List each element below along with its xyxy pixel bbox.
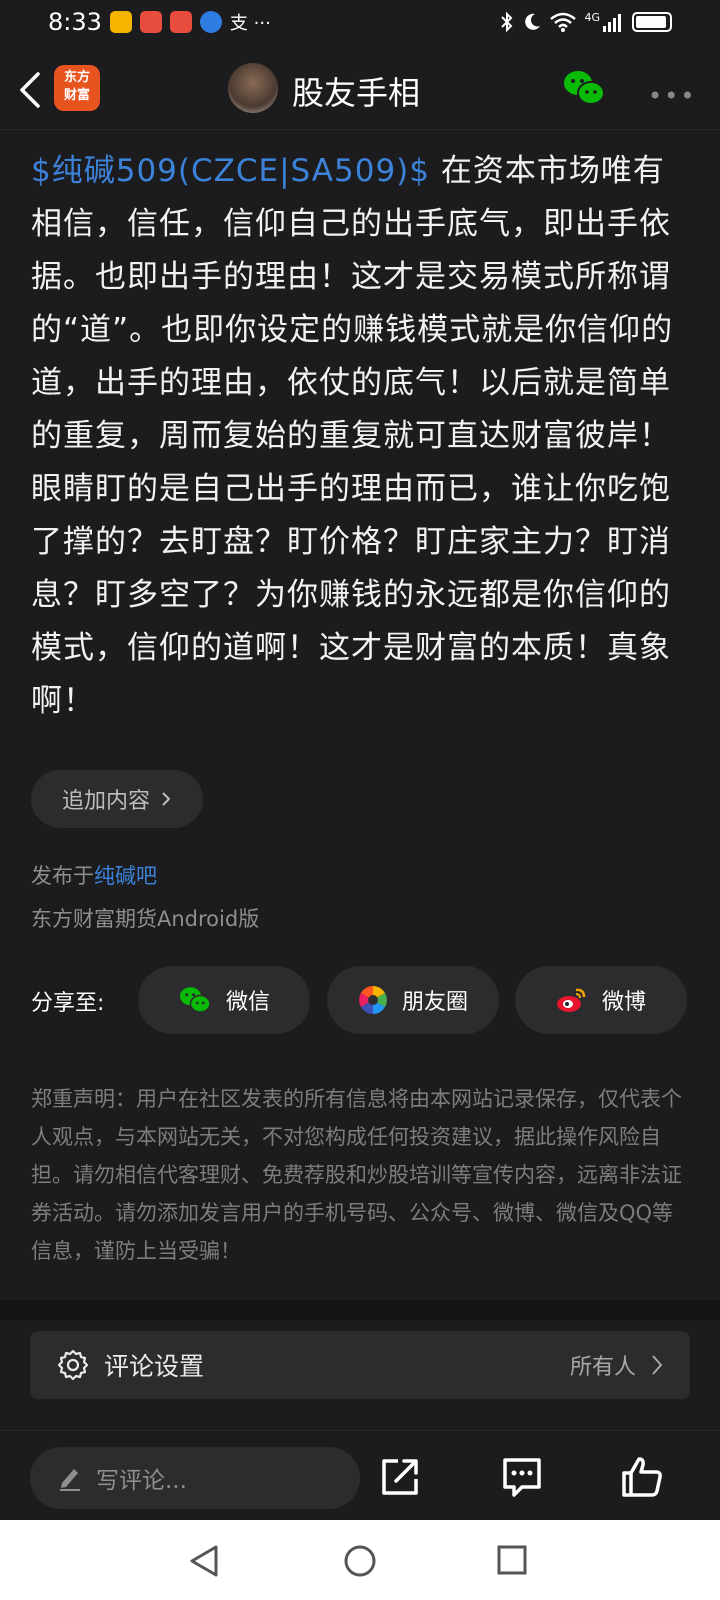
- wechat-share-icon: [179, 987, 211, 1013]
- share-icon[interactable]: [378, 1455, 422, 1499]
- network-type: 4G: [584, 10, 600, 24]
- app-notification-icon-2: [169, 11, 192, 33]
- more-options-icon[interactable]: •••: [648, 82, 696, 110]
- stock-tag-link[interactable]: $纯碱509(CZCE|SA509)$: [31, 153, 430, 189]
- comment-placeholder: 写评论...: [96, 1468, 187, 1494]
- add-content-button[interactable]: 追加内容: [31, 770, 203, 828]
- nav-recents-icon[interactable]: [496, 1544, 528, 1576]
- post-text: 在资本市场唯有相信，信任，信仰自己的出手底气，即出手依据。也即出手的理由！这才是…: [31, 153, 674, 719]
- app-notification-icon: [139, 11, 162, 33]
- moments-icon: [359, 986, 387, 1014]
- logo-line-1: 东方: [63, 70, 90, 85]
- status-time: 8:33: [48, 8, 102, 36]
- weibo-icon: [556, 988, 586, 1012]
- post-source: 东方财富期货Android版: [31, 907, 260, 931]
- signal-icon: [603, 14, 621, 32]
- section-divider: [0, 1300, 720, 1320]
- bottom-action-bar: 写评论...: [0, 1430, 720, 1520]
- comment-settings-value: 所有人: [570, 1349, 664, 1381]
- page-title[interactable]: 股友手相: [292, 68, 420, 114]
- battery-icon: [632, 12, 672, 32]
- thumbs-up-icon[interactable]: [620, 1455, 664, 1499]
- nav-back-icon[interactable]: [188, 1544, 220, 1578]
- browser-notification-icon: [199, 11, 222, 33]
- moon-icon: [525, 13, 541, 30]
- comment-input[interactable]: 写评论...: [30, 1447, 360, 1509]
- published-prefix: 发布于: [31, 864, 94, 888]
- system-navigation-bar: [0, 1520, 720, 1600]
- eastmoney-logo[interactable]: 东方 财富: [54, 65, 100, 111]
- wifi-icon: [550, 12, 577, 32]
- more-notifications: 支 ···: [229, 13, 271, 34]
- share-wechat-button[interactable]: 微信: [138, 966, 310, 1034]
- logo-line-2: 财富: [63, 88, 90, 103]
- comment-settings-label: 评论设置: [104, 1352, 205, 1381]
- share-wechat-label: 微信: [225, 990, 270, 1015]
- comment-permission-value: 所有人: [569, 1355, 636, 1380]
- add-content-label: 追加内容: [61, 789, 150, 814]
- share-label: 分享至:: [31, 991, 105, 1016]
- comment-icon[interactable]: [500, 1455, 544, 1499]
- wechat-icon[interactable]: [562, 68, 606, 108]
- share-weibo-label: 微博: [601, 990, 646, 1015]
- nav-bar: 东方 财富 股友手相 •••: [0, 50, 720, 130]
- chevron-right-icon: [162, 792, 171, 806]
- pencil-icon: [60, 1469, 80, 1491]
- gear-icon: [57, 1349, 89, 1381]
- status-right: 4G: [500, 11, 672, 33]
- share-moments-button[interactable]: 朋友圈: [327, 966, 499, 1034]
- share-moments-label: 朋友圈: [401, 990, 468, 1015]
- status-bar: 8:33 支 ··· 4G: [0, 0, 720, 44]
- share-weibo-button[interactable]: 微博: [515, 966, 687, 1034]
- back-arrow-icon[interactable]: [14, 68, 48, 112]
- weibo-notification-icon: [109, 11, 132, 33]
- post-content: $纯碱509(CZCE|SA509)$ 在资本市场唯有相信，信任，信仰自己的出手…: [31, 145, 691, 728]
- comment-settings-row[interactable]: 评论设置 所有人: [30, 1331, 690, 1399]
- chevron-right-icon: [652, 1355, 663, 1375]
- bar-link[interactable]: 纯碱吧: [94, 864, 157, 888]
- disclaimer: 郑重声明：用户在社区发表的所有信息将由本网站记录保存，仅代表个人观点，与本网站无…: [31, 1087, 682, 1263]
- avatar[interactable]: [228, 63, 278, 113]
- status-left: 8:33 支 ···: [48, 8, 271, 36]
- published-in: 发布于纯碱吧: [31, 860, 157, 890]
- nav-home-icon[interactable]: [343, 1544, 377, 1578]
- bluetooth-icon: [501, 11, 513, 33]
